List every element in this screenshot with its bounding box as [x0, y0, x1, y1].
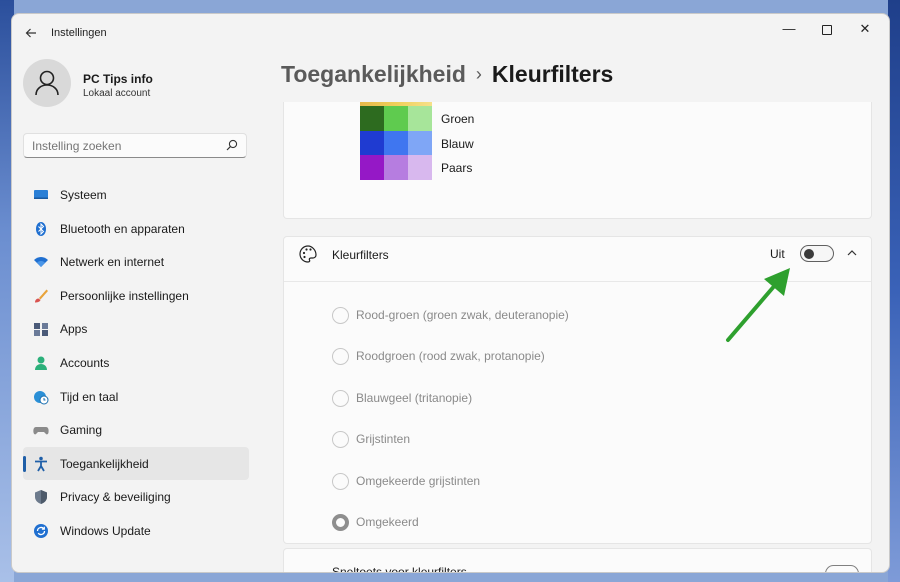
sidebar-item-label: Systeem	[60, 188, 107, 202]
sidebar-item-label: Persoonlijke instellingen	[60, 288, 189, 303]
swatch-row-blauw	[360, 130, 432, 155]
annotation-arrow-icon	[726, 268, 790, 342]
gamepad-icon	[33, 427, 49, 435]
breadcrumb-parent[interactable]: Toegankelijkheid	[281, 61, 466, 87]
toggle-state-label: Uit	[770, 247, 785, 261]
person-avatar-icon	[35, 70, 59, 96]
sidebar-item-label: Bluetooth en apparaten	[60, 221, 185, 236]
account-type: Lokaal account	[83, 88, 151, 99]
swatch-mid	[384, 155, 408, 180]
sidebar-item-privacy[interactable]: Privacy & beveiliging	[23, 480, 249, 514]
radio-button-selected[interactable]	[332, 514, 349, 531]
shield-icon	[35, 490, 47, 505]
breadcrumb: Toegankelijkheid › Kleurfilters	[281, 61, 613, 88]
wifi-icon	[34, 257, 48, 268]
sidebar-item-label: Netwerk en internet	[60, 255, 165, 270]
back-button[interactable]	[20, 22, 42, 44]
search-icon[interactable]	[226, 139, 238, 151]
title-bar: Instellingen — ✕	[12, 14, 889, 52]
maximize-icon	[822, 24, 832, 35]
color-filters-toggle[interactable]	[800, 245, 834, 262]
swatch-label: Groen	[441, 112, 475, 126]
radio-button[interactable]	[332, 390, 349, 407]
swatch-dark	[360, 130, 384, 155]
color-filters-title: Kleurfilters	[332, 248, 389, 262]
option-label: Omgekeerd	[356, 515, 419, 529]
sidebar-item-label: Gaming	[60, 423, 103, 438]
app-title: Instellingen	[51, 27, 107, 39]
breadcrumb-separator: ›	[475, 64, 482, 84]
swatch-dark	[360, 106, 384, 131]
swatch-light	[408, 106, 432, 131]
back-arrow-icon	[25, 28, 36, 38]
sidebar-item-windows-update[interactable]: Windows Update	[23, 514, 249, 548]
radio-button[interactable]	[332, 348, 349, 365]
avatar	[23, 59, 71, 107]
sidebar-item-label: Toegankelijkheid	[60, 456, 149, 471]
shortcut-title: Sneltoets voor kleurfilters	[332, 565, 467, 573]
sidebar-item-label: Apps	[60, 322, 88, 337]
sidebar-item-label: Windows Update	[60, 523, 151, 538]
swatch-row-groen	[360, 106, 432, 131]
close-button[interactable]: ✕	[845, 18, 885, 40]
accessibility-icon	[35, 456, 47, 472]
sidebar-item-label: Accounts	[60, 355, 110, 370]
swatch-label: Blauw	[441, 136, 474, 151]
minimize-button[interactable]: —	[769, 18, 809, 40]
page-title: Kleurfilters	[491, 61, 614, 87]
option-label: Grijstinten	[356, 432, 411, 446]
globe-clock-icon	[34, 390, 49, 405]
option-label: Omgekeerde grijstinten	[356, 474, 481, 488]
shortcut-toggle[interactable]	[825, 565, 859, 572]
sidebar-item-netwerk[interactable]: Netwerk en internet	[23, 245, 249, 279]
option-label: Roodgroen (rood zwak, protanopie)	[356, 349, 545, 363]
sidebar-item-gaming[interactable]: Gaming	[23, 413, 249, 447]
swatch-label: Paars	[441, 161, 473, 175]
person-icon	[35, 356, 47, 370]
radio-button[interactable]	[332, 431, 349, 448]
sidebar-item-systeem[interactable]: Systeem	[23, 178, 249, 212]
settings-search[interactable]	[23, 133, 247, 158]
chevron-up-icon[interactable]	[845, 246, 859, 260]
sidebar-item-label: Tijd en taal	[60, 389, 119, 404]
sidebar-item-bluetooth[interactable]: Bluetooth en apparaten	[23, 212, 249, 246]
swatch-light	[408, 130, 432, 155]
maximize-button[interactable]	[807, 18, 847, 40]
swatch-dark	[360, 155, 384, 180]
sidebar-item-label: Privacy & beveiliging	[60, 490, 171, 505]
swatch-row-paars	[360, 155, 432, 180]
sidebar-item-apps[interactable]: Apps	[23, 312, 249, 346]
option-label: Blauwgeel (tritanopie)	[356, 391, 473, 405]
radio-button[interactable]	[332, 307, 349, 324]
sidebar-item-toegankelijkheid[interactable]: Toegankelijkheid	[23, 446, 249, 481]
user-name: PC Tips info	[83, 72, 153, 86]
brush-icon	[35, 289, 48, 303]
radio-button[interactable]	[332, 473, 349, 490]
color-filter-preview: Groen Blauw Paars	[283, 102, 872, 219]
monitor-icon	[34, 190, 48, 199]
bluetooth-icon	[36, 221, 46, 236]
sidebar-item-persoonlijk[interactable]: Persoonlijke instellingen	[23, 279, 249, 313]
sidebar-nav: Systeem Bluetooth en apparaten Netwerk e…	[23, 178, 249, 548]
update-icon	[34, 523, 48, 538]
toggle-knob	[804, 249, 814, 259]
swatch-mid	[384, 130, 408, 155]
sidebar-item-tijd[interactable]: Tijd en taal	[23, 380, 249, 414]
swatch-light	[408, 155, 432, 180]
option-label: Rood-groen (groen zwak, deuteranopie)	[356, 308, 569, 322]
palette-icon	[299, 245, 317, 263]
search-input[interactable]	[32, 138, 222, 154]
swatch-mid	[384, 106, 408, 131]
apps-icon	[34, 323, 48, 337]
shortcut-card[interactable]: Sneltoets voor kleurfilters	[283, 548, 872, 573]
sidebar-item-accounts[interactable]: Accounts	[23, 346, 249, 380]
